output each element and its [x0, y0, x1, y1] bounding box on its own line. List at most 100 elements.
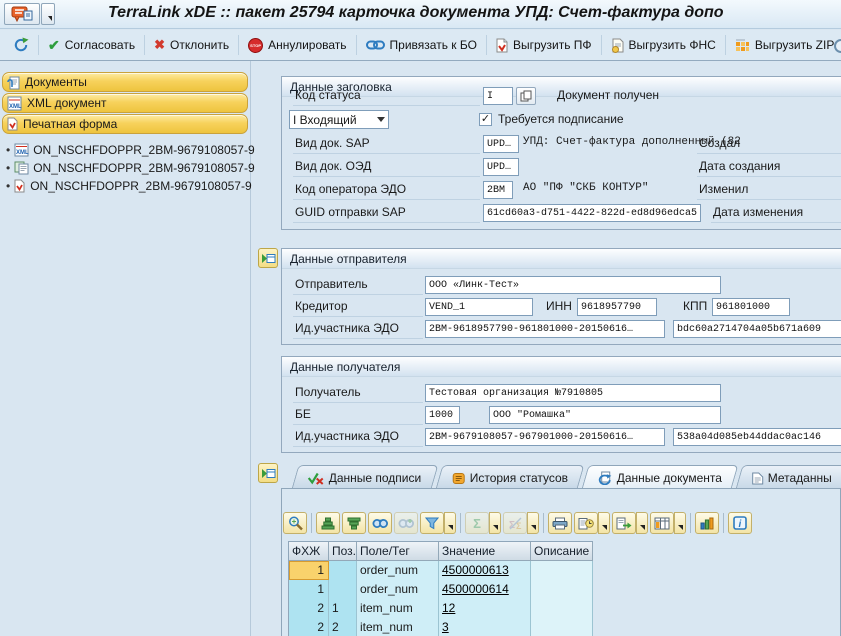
services-menu-button[interactable] — [4, 3, 40, 25]
column-header-value[interactable]: Значение — [439, 542, 531, 561]
graphics-button[interactable] — [695, 512, 719, 534]
value-link[interactable]: 4500000613 — [442, 563, 509, 577]
views-button[interactable] — [574, 512, 598, 534]
find-next-button[interactable] — [394, 512, 418, 534]
xml-icon: XML — [14, 143, 29, 157]
collapse-sender-button[interactable] — [258, 248, 278, 268]
column-header-desc[interactable]: Описание — [531, 542, 593, 561]
cell-fhj[interactable]: 2 — [289, 599, 329, 618]
find-button[interactable] — [368, 512, 392, 534]
tab-status-history[interactable]: История статусов — [435, 465, 584, 489]
edo-participant-label: Ид.участника ЭДО — [293, 319, 423, 339]
cell-fhj[interactable]: 1 — [289, 580, 329, 599]
file-item-xml[interactable]: • XML ON_NSCHFDOPPR_2BM-9679108057-9 — [6, 141, 255, 158]
sign-required-checkbox[interactable]: ✓ — [479, 113, 492, 126]
link-bo-button[interactable]: Привязать к БО — [359, 35, 484, 55]
cell-pos[interactable] — [329, 561, 357, 580]
annul-label: Аннулировать — [268, 38, 346, 52]
edo-participant-guid-input[interactable] — [673, 428, 841, 446]
cell-field[interactable]: item_num — [357, 599, 439, 618]
approve-button[interactable]: ✔ Согласовать — [41, 34, 142, 57]
subtotal-dropdown[interactable] — [527, 512, 539, 534]
kpp-input[interactable] — [712, 298, 790, 316]
file-item-copy[interactable]: • ON_NSCHFDOPPR_2BM-9679108057-9 — [6, 159, 255, 176]
info-button[interactable]: i — [728, 512, 752, 534]
company-name-input[interactable] — [489, 406, 721, 424]
value-link[interactable]: 4500000614 — [442, 582, 509, 596]
cell-field[interactable]: order_num — [357, 561, 439, 580]
sort-ascending-button[interactable] — [316, 512, 340, 534]
export-dropdown[interactable] — [636, 512, 648, 534]
export-zip-button[interactable]: Выгрузить ZIP — [728, 35, 841, 56]
edo-participant-guid-input[interactable] — [673, 320, 841, 338]
column-header-pos[interactable]: Поз. — [329, 542, 357, 561]
export-pf-button[interactable]: Выгрузить ПФ — [489, 35, 599, 56]
alv-grid: ФХЖ Поз. Поле/Тег Значение Описание 1 or… — [288, 541, 593, 636]
cell-field[interactable]: item_num — [357, 618, 439, 636]
doc-sap-input[interactable] — [483, 135, 519, 153]
cell-value: 4500000613 — [439, 561, 531, 580]
status-code-input[interactable] — [483, 87, 513, 105]
creditor-input[interactable] — [425, 298, 533, 316]
file-item-pdf[interactable]: • ON_NSCHFDOPPR_2BM-9679108057-9 — [6, 177, 252, 194]
refresh-button[interactable] — [6, 34, 36, 56]
pdf-icon — [496, 38, 508, 53]
tab-document-data[interactable]: Данные документа — [581, 465, 738, 489]
value-link[interactable]: 12 — [442, 601, 455, 615]
sidebar-button-documents[interactable]: Документы — [2, 72, 248, 92]
guid-input[interactable] — [483, 204, 701, 222]
sum-icon: Σ — [473, 516, 481, 531]
cell-desc[interactable] — [531, 599, 593, 618]
company-code-input[interactable] — [425, 406, 460, 424]
doc-oed-input[interactable] — [483, 158, 519, 176]
multiple-values-button[interactable] — [516, 87, 536, 105]
cell-field[interactable]: order_num — [357, 580, 439, 599]
layout-dropdown[interactable] — [674, 512, 686, 534]
value-link[interactable]: 3 — [442, 620, 449, 634]
cell-fhj[interactable]: 1 — [289, 561, 329, 580]
cell-desc[interactable] — [531, 580, 593, 599]
direction-dropdown[interactable]: I Входящий — [289, 110, 389, 129]
edo-participant-input[interactable] — [425, 428, 665, 446]
signature-icon — [308, 471, 325, 484]
sender-input[interactable] — [425, 276, 721, 294]
reject-button[interactable]: ✖ Отклонить — [147, 34, 236, 56]
cell-pos[interactable] — [329, 580, 357, 599]
sort-descending-button[interactable] — [342, 512, 366, 534]
sidebar-button-print-form[interactable]: Печатная форма — [2, 114, 248, 134]
export-button[interactable] — [612, 512, 636, 534]
column-header-fhj[interactable]: ФХЖ — [289, 542, 329, 561]
cell-desc[interactable] — [531, 618, 593, 636]
tab-signature-data[interactable]: Данные подписи — [292, 465, 438, 489]
sidebar-button-xml[interactable]: XML XML документ — [2, 93, 248, 113]
cell-pos[interactable]: 2 — [329, 618, 357, 636]
export-fns-button[interactable]: Выгрузить ФНС — [604, 35, 723, 56]
cell-desc[interactable] — [531, 561, 593, 580]
layout-button[interactable] — [650, 512, 674, 534]
sum-dropdown[interactable] — [489, 512, 501, 534]
views-dropdown[interactable] — [598, 512, 610, 534]
edo-participant-input[interactable] — [425, 320, 665, 338]
alv-separator — [543, 513, 544, 533]
alv-separator — [311, 513, 312, 533]
alv-toolbar: Σ Σ Σ — [283, 511, 754, 535]
receiver-input[interactable] — [425, 384, 721, 402]
print-button[interactable] — [548, 512, 572, 534]
sum-button[interactable]: Σ — [465, 512, 489, 534]
edo-operator-input[interactable] — [483, 181, 513, 199]
document-data-icon — [598, 471, 613, 485]
details-icon — [287, 515, 304, 531]
subtotal-button[interactable]: Σ Σ — [503, 512, 527, 534]
collapse-tabs-button[interactable] — [258, 463, 278, 483]
inn-input[interactable] — [577, 298, 657, 316]
cell-pos[interactable]: 1 — [329, 599, 357, 618]
annul-button[interactable]: STOP Аннулировать — [241, 35, 353, 56]
services-menu-dropdown[interactable] — [41, 3, 55, 25]
column-header-field[interactable]: Поле/Тег — [357, 542, 439, 561]
tab-metadata[interactable]: Метаданны — [736, 465, 841, 489]
details-button[interactable] — [283, 512, 307, 534]
alv-separator — [723, 513, 724, 533]
cell-fhj[interactable]: 2 — [289, 618, 329, 636]
filter-button[interactable] — [420, 512, 444, 534]
filter-dropdown[interactable] — [444, 512, 456, 534]
